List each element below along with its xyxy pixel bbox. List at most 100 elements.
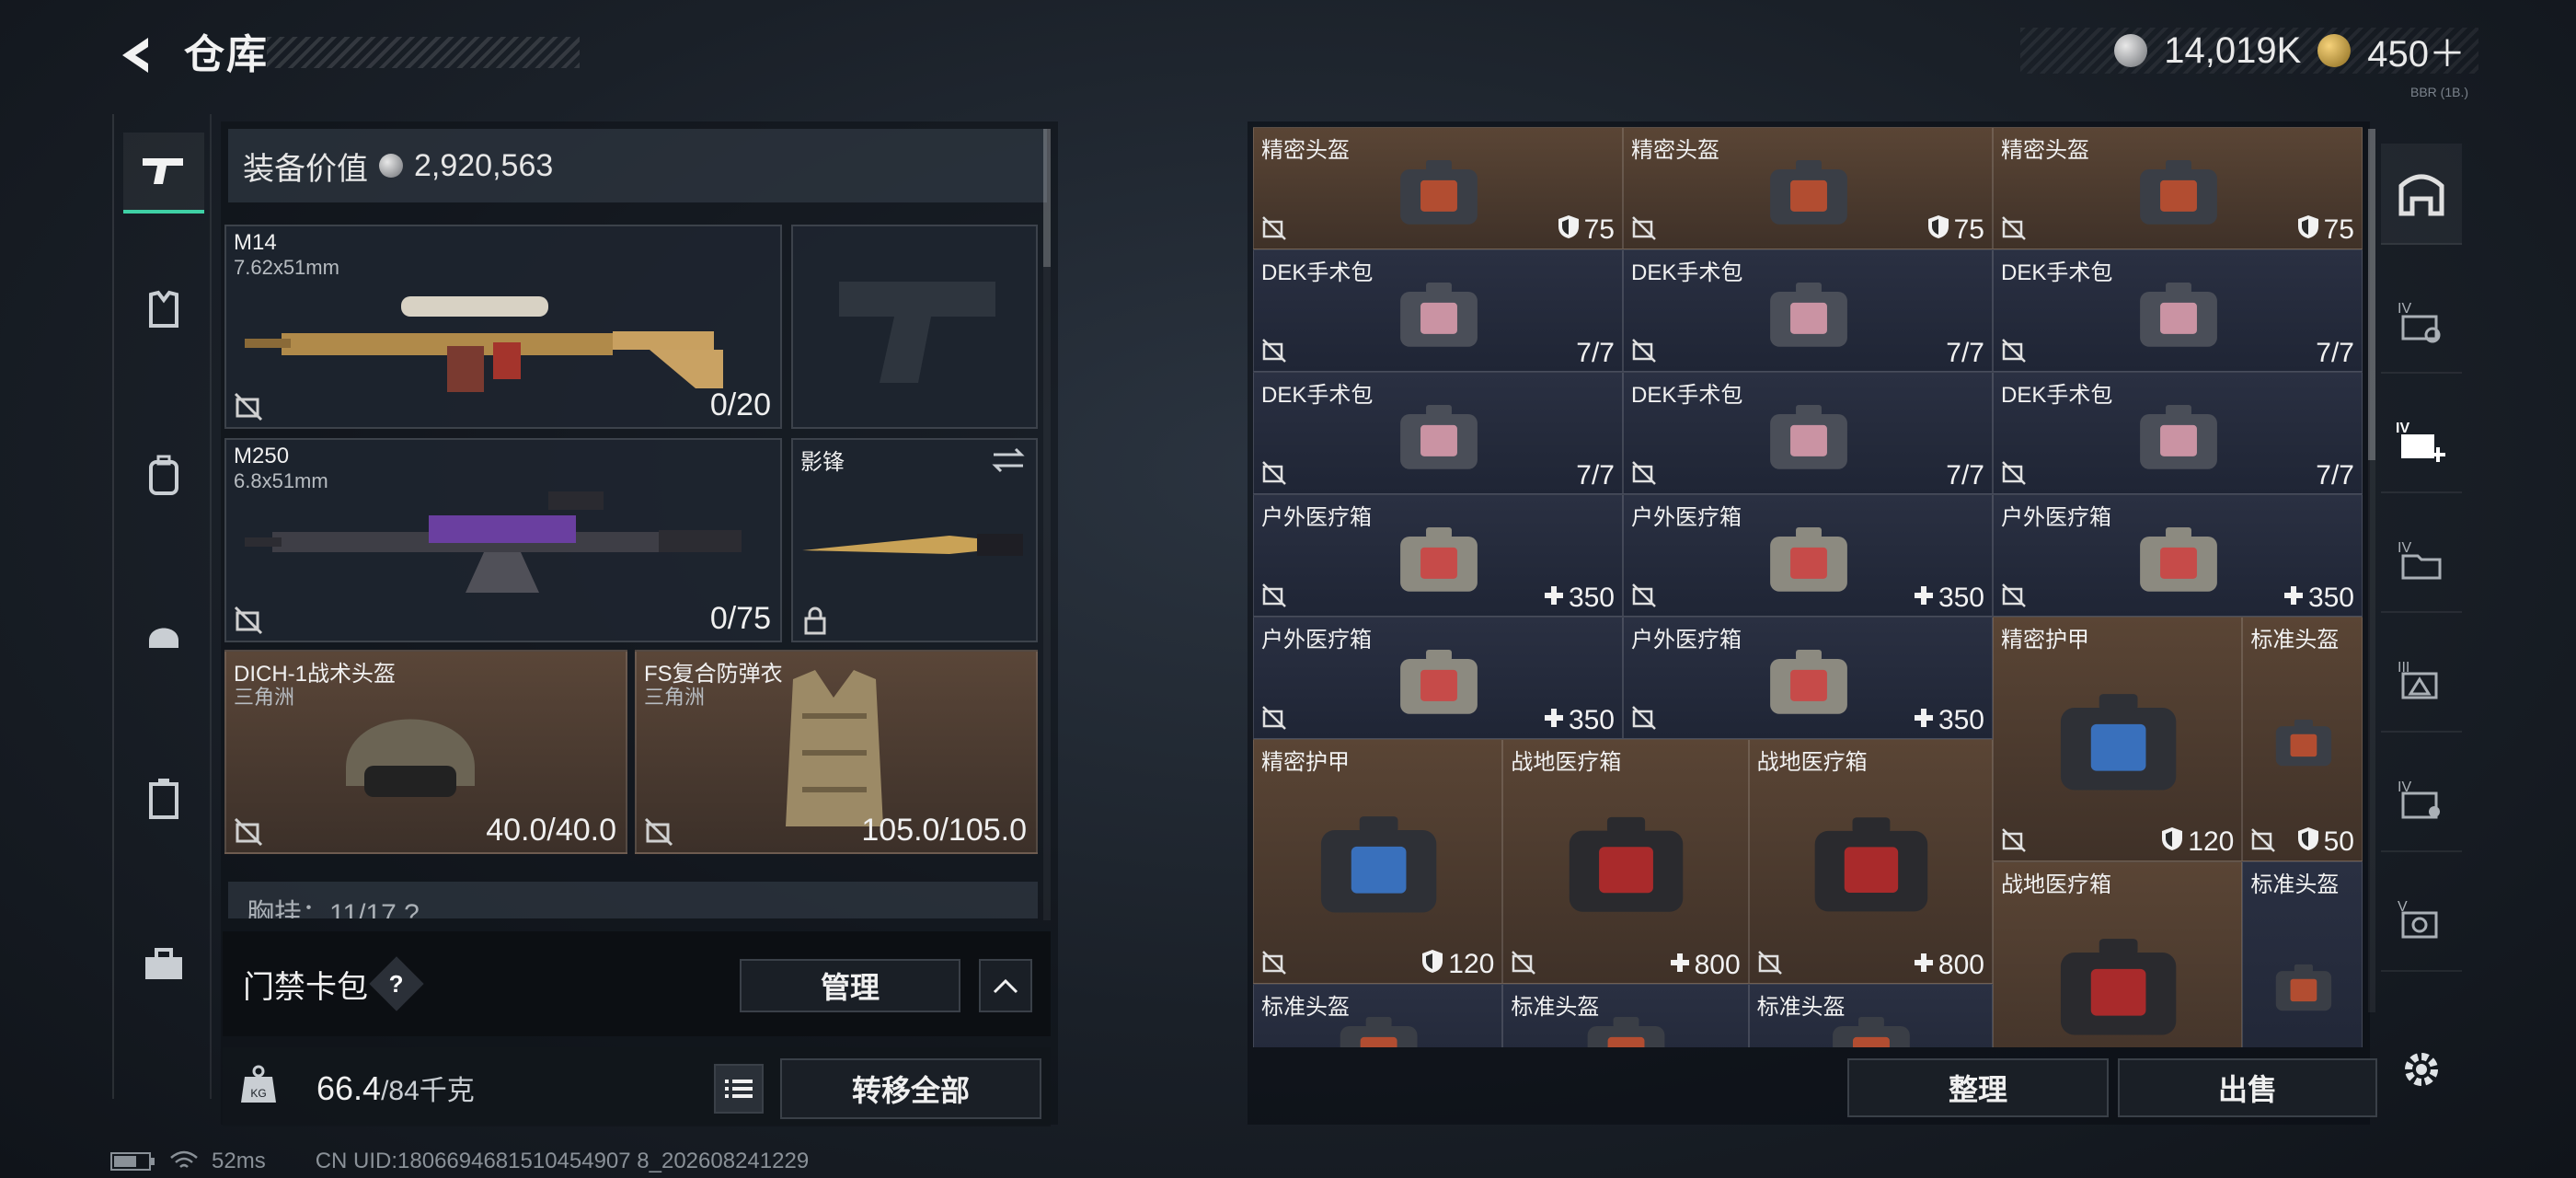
equipment-value-amount: 2,920,563 — [414, 147, 554, 183]
secondary-weapon-slot[interactable]: M250 6.8x51mm 0/75 — [224, 438, 782, 642]
stash-item[interactable]: DEK手术包 7/7 — [1993, 372, 2363, 494]
status-line: 52ms CN UID:1806694681510454907 8_202608… — [110, 1149, 809, 1174]
stash-item[interactable]: 战地医疗箱 800 — [1748, 739, 1993, 984]
stash-tab-4-search[interactable]: IV — [2381, 272, 2462, 374]
stash-item-value-text: 50 — [2323, 826, 2354, 857]
stash-tab-4-files[interactable]: IV — [2381, 512, 2462, 613]
stash-item[interactable]: 精密护甲 120 — [1993, 617, 2243, 861]
stash-item[interactable]: DEK手术包 7/7 — [1623, 372, 1993, 494]
stash-item[interactable]: 精密头盔 75 — [1253, 127, 1623, 249]
shield-icon — [1926, 214, 1950, 247]
help-icon[interactable]: ? — [369, 956, 424, 1011]
stash-item[interactable]: DEK手术包 7/7 — [1623, 249, 1993, 372]
back-button[interactable] — [109, 28, 164, 83]
stash-folder-icon: IV — [2398, 540, 2442, 580]
stash-item-image — [2087, 279, 2271, 352]
chest-rig-row[interactable]: 胸挂：11/17 ? — [228, 882, 1038, 918]
swap-icon[interactable] — [990, 445, 1027, 475]
tab-backpack[interactable] — [123, 434, 204, 515]
chevron-left-icon — [122, 38, 148, 73]
stash-item-image — [1717, 401, 1901, 475]
no-insure-icon — [234, 606, 263, 635]
stash-item[interactable]: 精密头盔 75 — [1623, 127, 1993, 249]
stash-item-image — [2087, 401, 2271, 475]
settings-button[interactable] — [2388, 1036, 2455, 1103]
chest-rig-label: 胸挂：11/17 ? — [247, 899, 420, 918]
machinegun-image — [245, 491, 742, 593]
shield-icon — [1420, 948, 1444, 981]
stash-item[interactable]: 战地医疗箱 800 — [1502, 739, 1749, 984]
stash-item[interactable]: 户外医疗箱 350 — [1253, 617, 1623, 739]
sort-button[interactable]: 整理 — [1847, 1058, 2109, 1117]
primary-weapon-slot[interactable]: M14 7.62x51mm 0/20 — [224, 225, 782, 429]
list-icon — [725, 1080, 753, 1098]
rifle-image — [245, 296, 723, 392]
stash-item[interactable]: 标准头盔 — [2242, 861, 2363, 1047]
case-icon — [149, 779, 178, 819]
stash-item-image — [1717, 279, 1901, 352]
stash-item-value: 350 — [1913, 583, 1984, 614]
melee-slot[interactable]: 影锋 — [791, 438, 1038, 642]
stash-item-value-text: 350 — [1938, 583, 1984, 613]
stash-tab-main[interactable] — [2381, 144, 2462, 245]
stash-item[interactable]: 户外医疗箱 350 — [1253, 494, 1623, 617]
no-insure-icon — [1631, 460, 1657, 486]
stash-item-image — [1717, 156, 1901, 230]
stash-item[interactable]: 标准头盔 — [1253, 984, 1503, 1047]
stash-item[interactable]: DEK手术包 7/7 — [1253, 249, 1623, 372]
stash-item-value-text: 350 — [1938, 705, 1984, 735]
stash-item[interactable]: DEK手术包 7/7 — [1253, 372, 1623, 494]
no-insure-icon — [234, 817, 263, 847]
stash-item-value: 350 — [1543, 705, 1615, 736]
stash-item[interactable]: 标准头盔 — [1748, 984, 1993, 1047]
tab-armor[interactable] — [123, 269, 204, 350]
no-insure-icon — [1261, 460, 1287, 486]
stash-item[interactable]: DEK手术包 7/7 — [1993, 249, 2363, 372]
stash-tab-3[interactable]: III — [2381, 631, 2462, 733]
list-view-button[interactable] — [714, 1064, 764, 1114]
armor-slot[interactable]: FS复合防弹衣 三角洲 105.0/105.0 — [635, 650, 1038, 854]
manage-button[interactable]: 管理 — [740, 959, 960, 1012]
collapse-button[interactable] — [979, 959, 1032, 1012]
stash-item[interactable]: 户外医疗箱 350 — [1623, 494, 1993, 617]
stash-tab-5[interactable]: V — [2381, 871, 2462, 972]
tab-weapons[interactable] — [123, 133, 204, 214]
stash-item-image — [1347, 646, 1531, 720]
toolbox-icon — [145, 948, 182, 979]
no-insure-icon — [2001, 827, 2027, 853]
stash-item-value: 50 — [2296, 826, 2354, 859]
loadout-scrollbar[interactable] — [1043, 129, 1051, 920]
stash-tab-4-add[interactable]: IV — [2381, 392, 2462, 493]
stash-scrollbar[interactable] — [2368, 129, 2375, 1012]
ping-value: 52ms — [212, 1149, 266, 1173]
tab-container[interactable] — [123, 758, 204, 839]
weight-max: /84千克 — [381, 1076, 475, 1106]
pistol-slot[interactable] — [791, 225, 1038, 429]
stash-item[interactable]: 精密护甲 120 — [1253, 739, 1503, 984]
tab-helmet[interactable] — [123, 593, 204, 674]
no-insure-icon — [2001, 215, 2027, 241]
sell-button[interactable]: 出售 — [2118, 1058, 2377, 1117]
no-insure-icon — [1631, 583, 1657, 608]
stash-item[interactable]: 标准头盔 50 — [2242, 617, 2363, 861]
stash-item[interactable]: 户外医疗箱 350 — [1623, 617, 1993, 739]
stash-item-value: 350 — [1543, 583, 1615, 614]
stash-item-value-text: 350 — [1568, 705, 1615, 735]
stash-item[interactable]: 战地医疗箱 — [1993, 861, 2243, 1047]
stash-tab-4-lock[interactable]: IV — [2381, 751, 2462, 852]
stash-item-image — [2050, 670, 2187, 817]
stash-three-icon: III — [2398, 660, 2438, 699]
stash-item-name: 标准头盔 — [2250, 872, 2340, 897]
transfer-all-button[interactable]: 转移全部 — [780, 1058, 1041, 1119]
no-insure-icon — [644, 817, 673, 847]
tab-toolbox[interactable] — [123, 924, 204, 1005]
plus-icon — [1543, 705, 1565, 736]
no-insure-icon — [2250, 827, 2276, 853]
stash-item[interactable]: 标准头盔 — [1502, 984, 1749, 1047]
vest-icon — [149, 290, 178, 328]
stash-item[interactable]: 精密头盔 75 — [1993, 127, 2363, 249]
chevron-up-icon — [993, 978, 1018, 994]
helmet-slot[interactable]: DICH-1战术头盔 三角洲 40.0/40.0 — [224, 650, 627, 854]
gold-amount[interactable]: 450＋ — [2367, 24, 2466, 77]
stash-item[interactable]: 户外医疗箱 350 — [1993, 494, 2363, 617]
